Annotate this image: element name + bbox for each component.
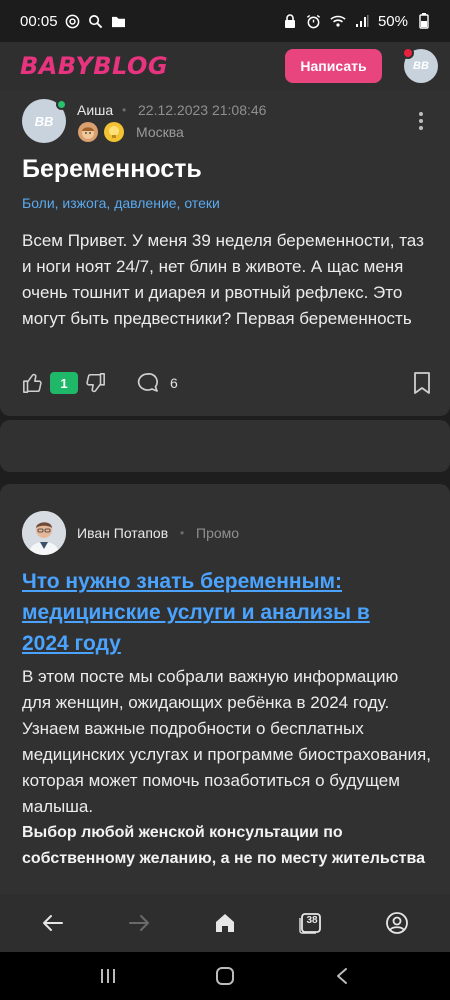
comment-icon[interactable] <box>136 371 160 395</box>
like-count-badge: 1 <box>50 372 78 394</box>
app-header: BABYBLOG Написать BB <box>0 42 450 90</box>
status-time: 00:05 <box>20 12 58 30</box>
promo-post-title[interactable]: Что нужно знать беременным: медицинские … <box>22 566 422 659</box>
profile-avatar[interactable]: BB <box>402 47 438 83</box>
status-bar: 00:05 50% <box>0 0 450 42</box>
user-badge-idea-icon <box>104 122 124 142</box>
empty-card <box>0 420 450 472</box>
back-arrow-icon[interactable] <box>33 903 73 943</box>
folder-icon <box>111 13 127 29</box>
signal-icon <box>354 13 370 29</box>
promo-post-bold-text: Выбор любой женской консультации по собс… <box>22 824 426 867</box>
recent-apps-icon[interactable] <box>88 956 128 996</box>
babyblog-logo[interactable]: BABYBLOG <box>20 52 168 80</box>
post-city: Москва <box>136 124 184 140</box>
write-post-button[interactable]: Написать <box>285 49 382 83</box>
post-author-name[interactable]: Аиша <box>77 102 113 118</box>
wifi-icon <box>330 13 346 29</box>
user-badge-boy-icon <box>78 122 98 142</box>
more-options-icon[interactable] <box>418 112 424 130</box>
promo-post-body: В этом посте мы собрали важную информаци… <box>22 667 431 816</box>
home-icon[interactable] <box>205 903 245 943</box>
forward-arrow-icon[interactable] <box>119 903 159 943</box>
promo-label: Промо <box>196 525 240 541</box>
author-avatar[interactable]: BB <box>22 99 67 143</box>
system-nav-bar <box>0 952 450 1000</box>
post-tags[interactable]: Боли, изжога, давление, отеки <box>22 195 220 211</box>
author-avatar-initials: BB <box>34 113 54 129</box>
separator-dot: • <box>180 526 185 540</box>
thumbs-down-icon[interactable] <box>84 372 106 394</box>
home-button-icon[interactable] <box>205 956 245 996</box>
post-date: 22.12.2023 21:08:46 <box>138 102 267 118</box>
battery-icon <box>416 13 432 29</box>
thumbs-up-icon[interactable] <box>22 372 44 394</box>
post-actions: 1 6 <box>22 368 432 398</box>
bookmark-icon[interactable] <box>412 371 432 395</box>
browser-bottom-nav: 38 <box>0 894 450 952</box>
search-icon <box>88 13 104 29</box>
tabs-icon[interactable]: 38 <box>291 903 331 943</box>
at-icon <box>65 13 81 29</box>
promo-author-name[interactable]: Иван Потапов <box>77 525 168 541</box>
separator-dot: • <box>122 103 127 117</box>
lock-icon <box>282 13 298 29</box>
system-back-icon[interactable] <box>322 956 362 996</box>
alarm-icon <box>306 13 322 29</box>
promo-author-avatar[interactable] <box>22 511 66 555</box>
notification-dot <box>402 47 414 59</box>
battery-level: 50% <box>377 12 408 30</box>
profile-avatar-initials: BB <box>413 60 429 72</box>
comment-count: 6 <box>170 375 178 391</box>
tabs-count: 38 <box>306 915 318 926</box>
account-icon[interactable] <box>377 903 417 943</box>
online-indicator <box>56 99 67 110</box>
post-title[interactable]: Беременность <box>22 155 202 184</box>
post-body: Всем Привет. У меня 39 неделя беременнос… <box>22 231 424 328</box>
